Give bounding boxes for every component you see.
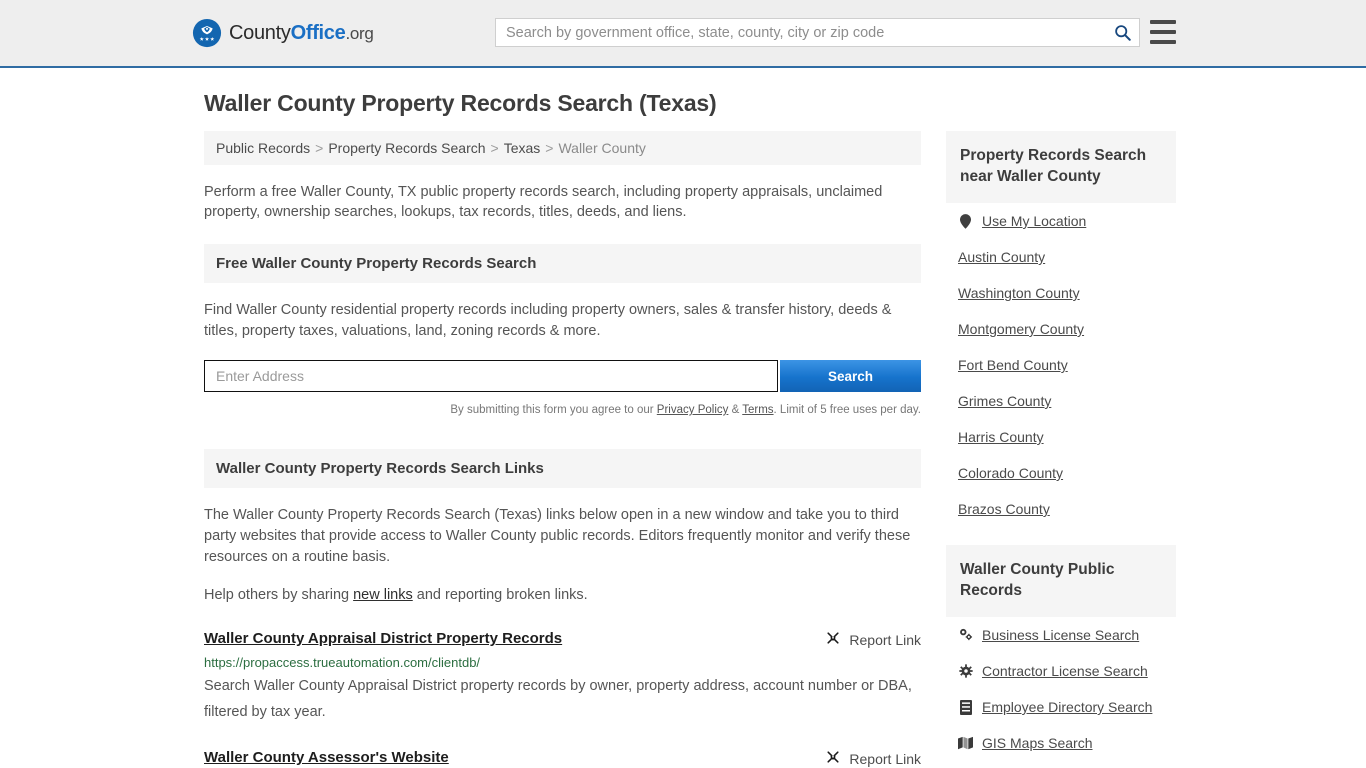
search-input[interactable] [496,19,1105,46]
result-item: Waller County Assessor's Website Report … [204,749,921,768]
breadcrumb-item-property-records-search[interactable]: Property Records Search [328,140,485,156]
sidebar-link[interactable]: GIS Maps Search [982,735,1093,751]
header-search-box[interactable] [495,18,1140,47]
id-card-icon [958,699,973,715]
sidebar-public-records-heading: Waller County Public Records [946,545,1176,617]
sidebar-link[interactable]: Employee Directory Search [982,699,1152,715]
sidebar-nearby-block: Property Records Search near Waller Coun… [946,131,1176,527]
cog-icon [958,663,973,679]
hamburger-bar [1150,30,1176,34]
form-disclaimer: By submitting this form you agree to our… [204,400,921,421]
brand-wordmark: CountyOffice.org [229,22,374,45]
hamburger-bar [1150,40,1176,44]
broken-link-icon [825,630,841,649]
brand-part-tld: .org [345,23,374,43]
sidebar-link[interactable]: Austin County [958,249,1045,265]
disclaimer-suffix: . Limit of 5 free uses per day. [773,404,921,416]
brand-part-office: Office [290,21,346,44]
result-title-link[interactable]: Waller County Assessor's Website [204,749,449,766]
report-link-label: Report Link [849,750,921,767]
sidebar-item-montgomery-county[interactable]: Montgomery County [946,311,1176,347]
terms-link[interactable]: Terms [742,404,773,416]
sidebar-item-employee-directory-search[interactable]: Employee Directory Search [946,689,1176,725]
broken-link-icon [825,749,841,768]
free-search-heading: Free Waller County Property Records Sear… [204,244,921,283]
help-prefix: Help others by sharing [204,587,354,603]
sidebar-link[interactable]: Colorado County [958,465,1063,481]
disclaimer-amp: & [728,404,743,416]
sidebar-item-washington-county[interactable]: Washington County [946,275,1176,311]
sidebar-item-gis-maps-search[interactable]: GIS Maps Search [946,725,1176,761]
help-suffix: and reporting broken links. [412,587,588,603]
content-columns: Public Records > Property Records Search > T… [204,131,1176,768]
sidebar: Property Records Search near Waller Coun… [946,131,1176,768]
sidebar-item-use-my-location[interactable]: Use My Location [946,203,1176,239]
hamburger-bar [1150,20,1176,24]
links-section-paragraph: The Waller County Property Records Searc… [204,507,911,565]
report-link-button[interactable]: Report Link [811,630,921,649]
eagle-emblem-icon [192,18,222,48]
breadcrumb-separator: > [545,140,554,156]
sidebar-item-colorado-county[interactable]: Colorado County [946,455,1176,491]
report-link-label: Report Link [849,631,921,648]
map-pin-icon [958,213,973,229]
result-title-link[interactable]: Waller County Appraisal District Propert… [204,630,562,647]
result-header: Waller County Assessor's Website Report … [204,749,921,768]
search-icon[interactable] [1105,19,1139,46]
free-search-description: Find Waller County residential property … [204,302,892,339]
report-link-button[interactable]: Report Link [811,749,921,768]
sidebar-item-austin-county[interactable]: Austin County [946,239,1176,275]
sidebar-item-land-records-search[interactable]: Land Records Search [946,761,1176,768]
page-intro-text: Perform a free Waller County, TX public … [204,184,883,220]
sidebar-nearby-heading: Property Records Search near Waller Coun… [946,131,1176,203]
breadcrumb: Public Records > Property Records Search > T… [204,131,921,165]
sidebar-nearby-list: Use My Location Austin County Washington… [946,203,1176,527]
page-container: Waller County Property Records Search (T… [0,90,1366,768]
sidebar-link[interactable]: Business License Search [982,627,1139,643]
sidebar-public-records-list: Business License Search Contractor Licen… [946,617,1176,768]
address-input[interactable] [204,360,778,392]
sidebar-link[interactable]: Contractor License Search [982,663,1148,679]
site-header: CountyOffice.org [0,0,1366,68]
sidebar-link[interactable]: Fort Bend County [958,357,1068,373]
brand-part-county: County [229,21,291,44]
sidebar-item-business-license-search[interactable]: Business License Search [946,617,1176,653]
sidebar-item-contractor-license-search[interactable]: Contractor License Search [946,653,1176,689]
sidebar-item-harris-county[interactable]: Harris County [946,419,1176,455]
search-button[interactable]: Search [780,360,921,392]
result-item: Waller County Appraisal District Propert… [204,630,921,725]
sidebar-link[interactable]: Montgomery County [958,321,1084,337]
sidebar-item-brazos-county[interactable]: Brazos County [946,491,1176,527]
free-search-body: Find Waller County residential property … [204,300,921,421]
result-header: Waller County Appraisal District Propert… [204,630,921,649]
cogs-icon [958,627,973,643]
help-share-line: Help others by sharing new links and rep… [204,585,921,606]
sidebar-item-grimes-county[interactable]: Grimes County [946,383,1176,419]
hamburger-menu-icon[interactable] [1150,20,1176,44]
sidebar-link[interactable]: Grimes County [958,393,1051,409]
sidebar-link[interactable]: Brazos County [958,501,1050,517]
breadcrumb-item-waller-county: Waller County [558,140,646,156]
privacy-policy-link[interactable]: Privacy Policy [657,404,729,416]
sidebar-item-fort-bend-county[interactable]: Fort Bend County [946,347,1176,383]
page-title: Waller County Property Records Search (T… [204,90,717,116]
result-url: https://propaccess.trueautomation.com/cl… [204,655,481,670]
site-logo[interactable]: CountyOffice.org [192,18,374,48]
main-column: Public Records > Property Records Search > T… [204,131,921,768]
map-icon [958,735,973,751]
breadcrumb-separator: > [315,140,324,156]
disclaimer-prefix: By submitting this form you agree to our [450,404,657,416]
breadcrumb-item-public-records[interactable]: Public Records [216,140,310,156]
address-search-form: Search [204,360,921,392]
sidebar-public-records-block: Waller County Public Records Business Li… [946,545,1176,768]
breadcrumb-item-texas[interactable]: Texas [504,140,541,156]
new-links-link[interactable]: new links [353,587,413,603]
sidebar-link[interactable]: Use My Location [982,213,1086,229]
result-description: Search Waller County Appraisal District … [204,678,912,720]
breadcrumb-separator: > [490,140,499,156]
links-section-heading: Waller County Property Records Search Li… [204,449,921,488]
sidebar-link[interactable]: Washington County [958,285,1080,301]
sidebar-link[interactable]: Harris County [958,429,1044,445]
links-section-body: The Waller County Property Records Searc… [204,505,921,606]
